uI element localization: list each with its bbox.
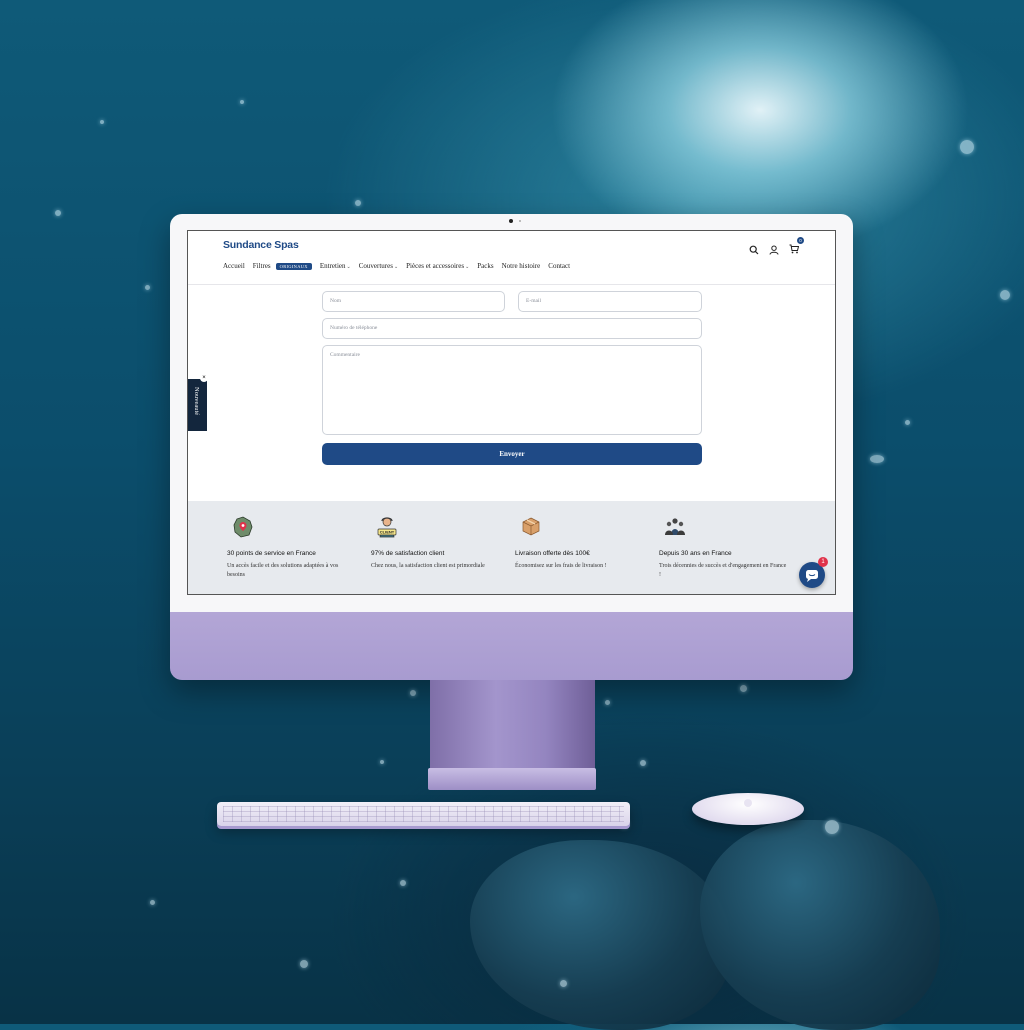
feature-item: CLIENT 97% de satisfaction client Chez n… bbox=[371, 515, 501, 571]
nav-item-contact[interactable]: Contact bbox=[548, 262, 570, 270]
delivery-box-icon bbox=[522, 517, 540, 536]
chevron-down-icon: ⌄ bbox=[465, 265, 470, 270]
client-support-icon: CLIENT bbox=[377, 517, 397, 538]
cart-icon bbox=[789, 244, 800, 254]
rock bbox=[470, 840, 730, 1030]
chat-unread-badge: 1 bbox=[818, 557, 828, 567]
close-icon[interactable]: × bbox=[200, 374, 208, 382]
team-icon bbox=[665, 518, 685, 535]
bubble bbox=[400, 880, 406, 886]
nav-item-packs[interactable]: Packs bbox=[477, 262, 493, 270]
nav-item-accueil[interactable]: Accueil bbox=[223, 262, 245, 270]
nav-badge-originaux: ORIGINAUX bbox=[275, 262, 312, 270]
header-icons: 0 bbox=[749, 237, 804, 259]
feature-description: Chez nous, la satisfaction client est pr… bbox=[371, 563, 485, 569]
chevron-down-icon: ⌄ bbox=[393, 265, 399, 270]
bubble bbox=[870, 455, 884, 463]
nav-item-entretien[interactable]: Entretien⌄ bbox=[320, 262, 351, 270]
feature-description: Trois décennies de succès et d'engagemen… bbox=[659, 563, 787, 579]
bubble bbox=[240, 100, 244, 104]
feature-title: Depuis 30 ans en France bbox=[659, 550, 732, 557]
keyboard bbox=[217, 802, 630, 826]
bubble bbox=[825, 820, 839, 834]
bubble bbox=[55, 210, 61, 216]
comment-textarea[interactable]: Commentaire bbox=[322, 345, 702, 435]
apple-logo-icon bbox=[744, 799, 752, 807]
feature-item: 30 points de service en France Un accès … bbox=[227, 515, 357, 581]
rock bbox=[700, 820, 940, 1030]
nouveaute-side-tab[interactable]: Nouveauté × bbox=[188, 374, 208, 431]
monitor-chin bbox=[170, 612, 853, 680]
site-header: Sundance Spas Accueil Filtres ORIGINAUX … bbox=[188, 231, 835, 285]
search-icon[interactable] bbox=[749, 245, 759, 255]
bubble bbox=[740, 685, 747, 692]
bubble bbox=[560, 980, 567, 987]
bubble bbox=[1000, 290, 1010, 300]
submit-button[interactable]: Envoyer bbox=[322, 443, 702, 465]
chevron-down-icon: ⌄ bbox=[346, 265, 351, 270]
monitor-stand-base bbox=[428, 768, 596, 790]
camera-icon bbox=[509, 219, 513, 223]
chat-button[interactable]: 1 bbox=[799, 557, 828, 588]
nav-item-label: Couvertures bbox=[358, 262, 393, 270]
bubble bbox=[960, 140, 974, 154]
mouse bbox=[692, 793, 804, 825]
feature-description: Un accès facile et des solutions adaptée… bbox=[227, 563, 339, 579]
site-logo[interactable]: Sundance Spas bbox=[223, 239, 299, 251]
svg-text:CLIENT: CLIENT bbox=[380, 530, 395, 535]
camera-sensor bbox=[519, 220, 521, 222]
nav-item-notre-histoire[interactable]: Notre histoire bbox=[502, 262, 541, 270]
keyboard-keys bbox=[223, 806, 624, 822]
cart-count-badge: 0 bbox=[797, 237, 804, 244]
bubble bbox=[640, 760, 646, 766]
features-band: 30 points de service en France Un accès … bbox=[188, 501, 835, 594]
nav-item-filtres[interactable]: Filtres bbox=[253, 262, 271, 270]
name-field[interactable]: Nom bbox=[322, 291, 505, 312]
website-screen: Sundance Spas Accueil Filtres ORIGINAUX … bbox=[187, 230, 836, 595]
bubble bbox=[100, 120, 104, 124]
bubble bbox=[150, 900, 155, 905]
bubble bbox=[905, 420, 910, 425]
cart-button[interactable]: 0 bbox=[789, 237, 804, 259]
feature-description: Économisez sur les frais de livraison ! bbox=[515, 563, 607, 569]
nav-item-couvertures[interactable]: Couvertures⌄ bbox=[359, 262, 398, 270]
phone-field[interactable]: Numéro de téléphone bbox=[322, 318, 702, 339]
main-nav: Accueil Filtres ORIGINAUX Entretien⌄ Cou… bbox=[223, 262, 570, 270]
france-map-pin-icon bbox=[233, 516, 253, 538]
feature-title: Livraison offerte dès 100€ bbox=[515, 550, 590, 557]
feature-item: Depuis 30 ans en France Trois décennies … bbox=[659, 515, 789, 581]
user-icon[interactable] bbox=[769, 245, 779, 255]
bubble bbox=[355, 200, 361, 206]
bubble bbox=[605, 700, 610, 705]
feature-title: 97% de satisfaction client bbox=[371, 550, 445, 557]
monitor-stand bbox=[430, 680, 595, 770]
email-field[interactable]: E-mail bbox=[518, 291, 702, 312]
nav-item-pieces[interactable]: Pièces et accessoires⌄ bbox=[406, 262, 469, 270]
nav-item-label: Entretien bbox=[319, 262, 346, 270]
side-tab-label: Nouveauté bbox=[193, 387, 200, 416]
nav-item-label: Pièces et accessoires bbox=[406, 262, 465, 270]
bubble bbox=[380, 760, 384, 764]
bubble bbox=[410, 690, 416, 696]
bubble bbox=[300, 960, 308, 968]
bubble bbox=[145, 285, 150, 290]
feature-item: Livraison offerte dès 100€ Économisez su… bbox=[515, 515, 645, 571]
feature-title: 30 points de service en France bbox=[227, 550, 316, 557]
